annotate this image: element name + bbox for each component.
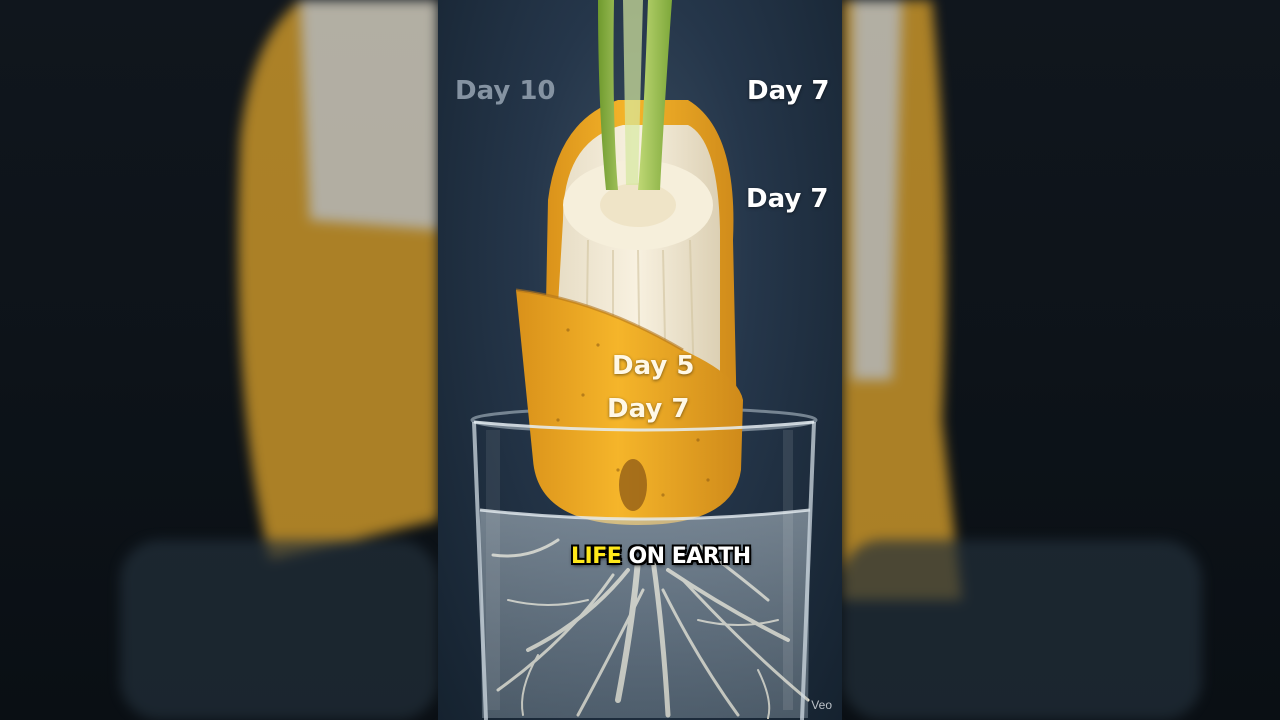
blurred-background-left <box>0 0 438 720</box>
video-frame[interactable]: Day 10 Day 7 Day 7 Day 5 Day 7 LIFE ON E… <box>438 0 842 720</box>
veo-watermark: Veo <box>811 698 832 712</box>
day-5-label: Day 5 <box>612 351 695 381</box>
blurred-banana-left <box>120 0 438 720</box>
sprout <box>598 0 672 190</box>
blurred-background-right <box>842 0 1280 720</box>
day-7-top-label: Day 7 <box>747 76 830 106</box>
subtitle-caption: LIFE ON EARTH <box>571 544 751 569</box>
day-7-middle-label: Day 7 <box>746 184 829 214</box>
caption-highlight-word: LIFE <box>571 544 622 569</box>
day-10-label: Day 10 <box>455 76 556 106</box>
banana-stem-end <box>619 459 647 511</box>
water <box>480 510 810 718</box>
blurred-banana-right <box>842 0 1202 720</box>
day-7-low-label: Day 7 <box>607 394 690 424</box>
caption-rest: ON EARTH <box>628 544 751 569</box>
